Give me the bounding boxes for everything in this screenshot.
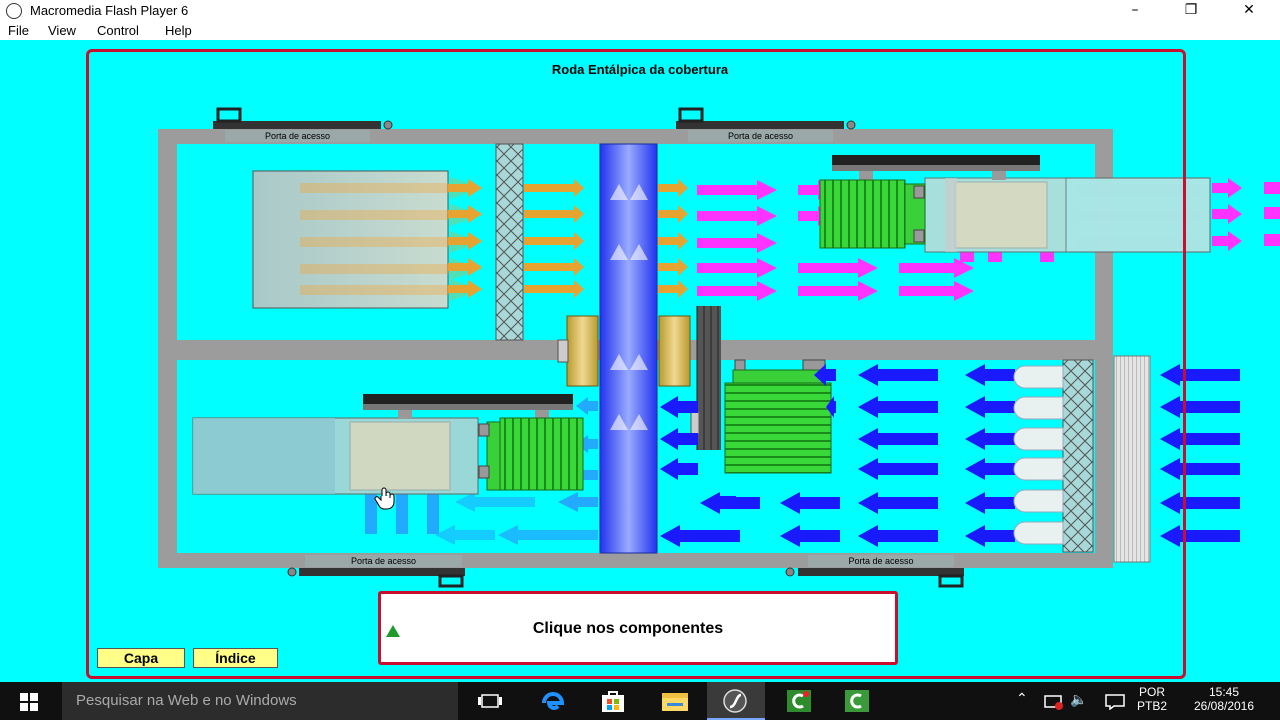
clock-time: 15:45 <box>1208 685 1240 699</box>
task-view-icon[interactable] <box>478 694 502 708</box>
network-icon[interactable] <box>1044 694 1064 710</box>
clock[interactable]: 15:45 26/08/2016 <box>1184 685 1264 713</box>
flash-player-taskbar-button[interactable] <box>707 682 765 720</box>
message-box: Clique nos componentes <box>378 591 898 665</box>
store-icon[interactable] <box>600 689 626 713</box>
language-indicator[interactable]: POR PTB2 <box>1132 685 1172 713</box>
chevron-up-icon[interactable]: ⌃ <box>1016 690 1028 707</box>
windows-start-icon[interactable] <box>20 693 38 711</box>
camtasia-recorder-icon[interactable] <box>786 689 812 713</box>
file-explorer-icon[interactable] <box>661 690 689 712</box>
volume-icon[interactable]: 🔈 <box>1070 691 1087 708</box>
search-placeholder: Pesquisar na Web e no Windows <box>76 692 297 709</box>
taskbar: Pesquisar na Web e no Windows ⌃ 🔈 POR PT… <box>0 682 1280 720</box>
indice-button[interactable]: Índice <box>193 648 278 668</box>
message-icon[interactable] <box>1105 694 1125 710</box>
clock-date: 26/08/2016 <box>1193 699 1255 713</box>
language-code: POR <box>1138 685 1165 699</box>
keyboard-layout: PTB2 <box>1136 699 1167 713</box>
message-text: Clique nos componentes <box>532 620 724 637</box>
capa-button[interactable]: Capa <box>97 648 185 668</box>
stage-title: Roda Entálpica da cobertura <box>551 62 729 77</box>
taskbar-search-box[interactable]: Pesquisar na Web e no Windows <box>62 682 458 720</box>
edge-icon[interactable] <box>541 690 565 712</box>
camtasia-studio-icon[interactable] <box>844 689 870 713</box>
flash-player-icon <box>723 689 747 713</box>
content-frame <box>86 49 1186 679</box>
